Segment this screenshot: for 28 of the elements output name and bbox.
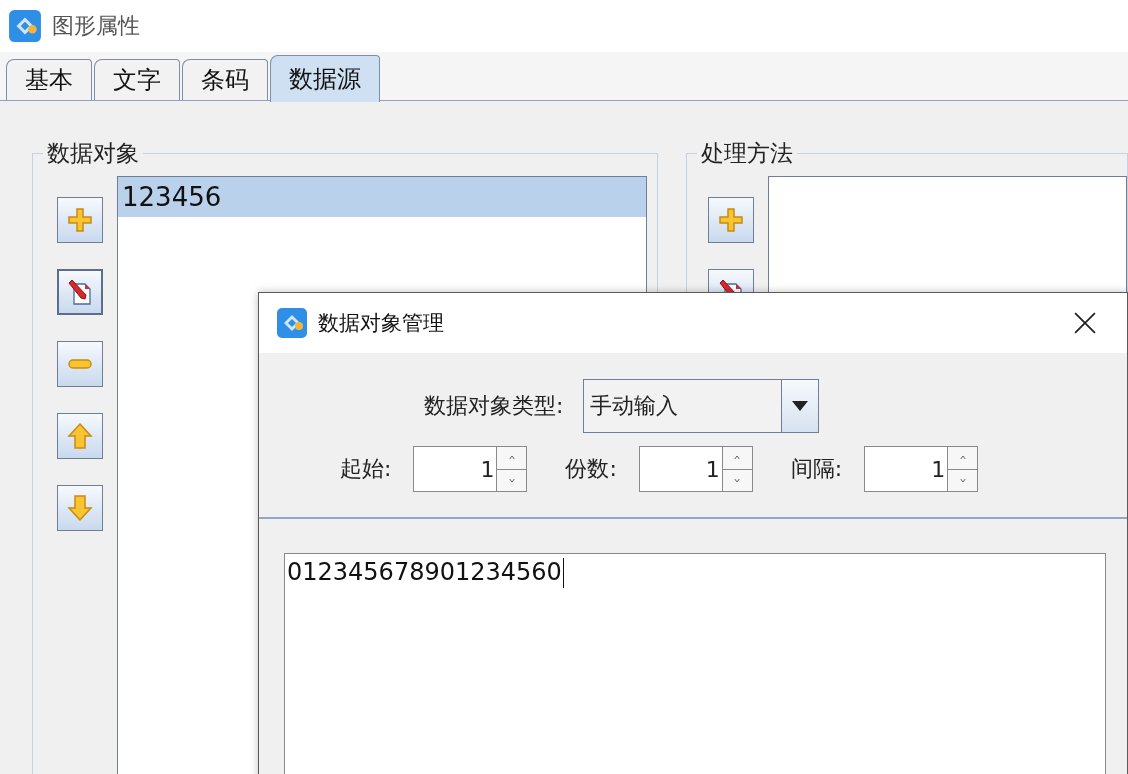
plus-icon [717, 206, 745, 234]
tab[interactable]: 基本 [6, 59, 92, 100]
type-dropdown[interactable]: 手动输入 [583, 379, 820, 433]
list-item[interactable]: 123456 [118, 177, 646, 217]
up-arrow-icon [66, 422, 94, 450]
toolbar-button[interactable] [708, 197, 754, 243]
toolbar-button[interactable] [57, 197, 103, 243]
field-label: 间隔: [790, 455, 843, 483]
tab[interactable]: 条码 [182, 59, 268, 100]
dialog-title: 数据对象管理 [318, 310, 445, 337]
field-label: 份数: [565, 455, 617, 483]
toolbar-button[interactable] [57, 341, 103, 387]
field-label: 数据对象类型: [424, 392, 564, 420]
dropdown-arrow-icon [792, 401, 809, 411]
close-icon [1074, 312, 1096, 334]
plus-icon [66, 206, 94, 234]
app-logo-icon [276, 307, 308, 339]
app-logo-icon [8, 9, 42, 43]
field-label: 起始: [340, 455, 392, 483]
window-title: 图形属性 [52, 12, 140, 40]
down-arrow-icon [66, 494, 94, 522]
toolbar-button[interactable] [57, 413, 103, 459]
tab[interactable]: 数据源 [270, 55, 380, 102]
toolbar-button[interactable] [57, 485, 103, 531]
pencil-document-icon [66, 278, 94, 306]
toolbar-button[interactable] [57, 269, 103, 315]
tab[interactable]: 文字 [94, 59, 180, 100]
text-area[interactable]: 012345678901234560 [284, 553, 1106, 774]
